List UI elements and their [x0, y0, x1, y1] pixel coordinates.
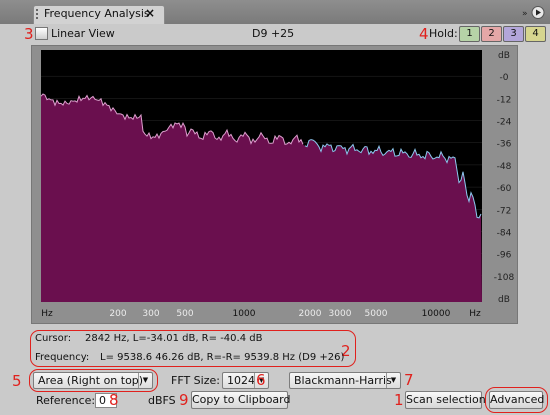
annotation-1: 1	[394, 391, 404, 409]
panel-menu-icon[interactable]: »	[522, 5, 546, 20]
db-tick-label: -72	[497, 206, 512, 216]
annotation-5: 5	[12, 372, 22, 390]
annotation-4: 4	[419, 25, 429, 43]
hold-button-2[interactable]: 2	[481, 26, 502, 42]
svg-text:»: »	[522, 9, 528, 19]
annotation-7: 7	[404, 371, 414, 389]
copy-to-clipboard-button[interactable]: Copy to Clipboard	[191, 391, 290, 409]
hold-button-3[interactable]: 3	[503, 26, 524, 42]
hold-button-1[interactable]: 1	[459, 26, 480, 42]
fft-size-value: 1024	[227, 374, 255, 387]
fft-size-label: FFT Size:	[171, 374, 220, 387]
frequency-tick-label: 10000	[422, 309, 451, 319]
hold-button-4[interactable]: 4	[525, 26, 546, 42]
graph-mode-dropdown[interactable]: Area (Right on top) ▼	[33, 372, 153, 389]
cursor-label: Cursor:	[35, 333, 72, 344]
advanced-button[interactable]: Advanced	[489, 391, 544, 409]
tab-title: Frequency Analysis	[44, 7, 150, 20]
chevron-down-icon: ▼	[138, 373, 152, 388]
spectrum-graph[interactable]: dB -0 -12 -24 -36 -48 -60 -72 -84 -96 -108 dB Hz 200…	[32, 46, 517, 323]
frequency-tick-label: 5000	[365, 309, 388, 319]
scan-selection-button[interactable]: Scan selection	[405, 391, 486, 409]
graph-mode-value: Area (Right on top)	[38, 374, 144, 387]
frequency-scale: Hz 200 300 500 1000 2000 3000 5000 10000 Hz	[41, 309, 481, 319]
reference-label: Reference:	[36, 394, 96, 407]
spectrum-graph-frame: dB -0 -12 -24 -36 -48 -60 -72 -84 -96 -108 dB Hz 200…	[31, 45, 518, 324]
frequency-tick-label: 300	[142, 309, 159, 319]
frequency-tick-label: 500	[176, 309, 193, 319]
annotation-9: 9	[179, 391, 189, 409]
db-tick-label: -48	[497, 162, 512, 172]
frequency-tick-label: Hz	[41, 309, 53, 319]
db-tick-label: -0	[500, 73, 509, 83]
db-tick-label: -96	[497, 251, 512, 261]
linear-view-checkbox[interactable]	[35, 27, 48, 40]
frequency-value: L= 9538.6 46.26 dB, R=-R= 9539.8 Hz (D9 …	[100, 352, 345, 363]
hold-label: Hold:	[429, 27, 458, 40]
db-scale: dB -0 -12 -24 -36 -48 -60 -72 -84 -96 -108 dB	[494, 51, 515, 305]
db-tick-label: -84	[497, 228, 512, 238]
frequency-tick-label: Hz	[469, 309, 481, 319]
note-display: D9 +25	[252, 27, 295, 40]
frequency-tick-label: 2000	[299, 309, 322, 319]
db-tick-label: dB	[498, 51, 510, 61]
chevron-down-icon: ▼	[386, 373, 400, 388]
frequency-label: Frequency:	[35, 352, 90, 363]
annotation-3: 3	[24, 25, 34, 43]
dbfs-label: dBFS	[148, 394, 176, 407]
window-function-value: Blackmann-Harris	[294, 374, 392, 387]
window-function-dropdown[interactable]: Blackmann-Harris ▼	[289, 372, 401, 389]
tab-grip-icon[interactable]	[36, 9, 41, 19]
db-tick-label: -12	[497, 95, 512, 105]
linear-view-label: Linear View	[51, 27, 115, 40]
db-tick-label: -60	[497, 184, 512, 194]
frequency-tick-label: 200	[109, 309, 126, 319]
annotation-6: 6	[256, 371, 266, 389]
db-tick-label: dB	[498, 295, 510, 305]
db-tick-label: -36	[497, 140, 512, 150]
annotation-8: 8	[109, 391, 119, 409]
frequency-tick-label: 1000	[233, 309, 256, 319]
tab-close-icon[interactable]: ×	[145, 6, 155, 20]
frequency-tick-label: 3000	[329, 309, 352, 319]
db-tick-label: -108	[494, 273, 515, 283]
cursor-value: 2842 Hz, L=-34.01 dB, R= -40.4 dB	[85, 333, 263, 344]
db-tick-label: -24	[497, 118, 512, 128]
